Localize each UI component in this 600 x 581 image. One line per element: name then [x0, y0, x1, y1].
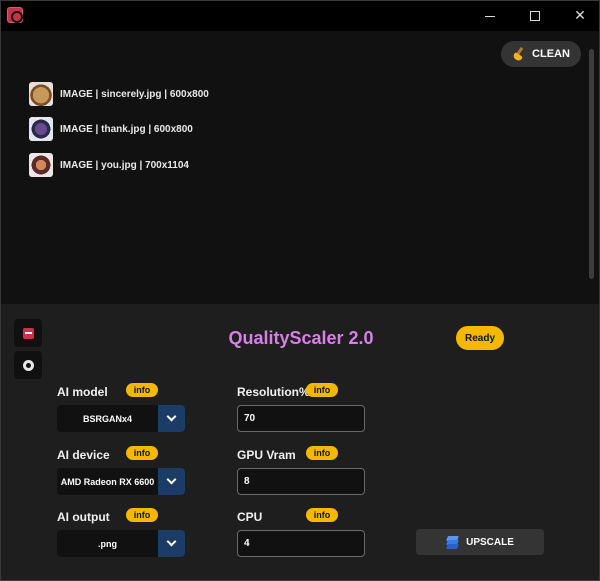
maximize-button[interactable]	[512, 1, 558, 31]
app-title: QualityScaler 2.0	[228, 328, 374, 348]
ai-model-info-button[interactable]: info	[126, 383, 158, 397]
gpu-vram-info-button[interactable]: info	[306, 446, 338, 460]
cpu-label: CPU	[237, 510, 263, 524]
ai-model-value: BSRGANx4	[82, 413, 132, 424]
cpu-info-button[interactable]: info	[306, 508, 338, 522]
chevron-down-icon	[166, 474, 177, 485]
app-link-button[interactable]	[14, 319, 42, 347]
ai-device-label: AI device	[57, 448, 110, 462]
image-thumbnail	[29, 117, 53, 141]
resolution-info-button[interactable]: info	[306, 383, 338, 397]
ai-device-dropdown[interactable]: AMD Radeon RX 6600	[57, 468, 185, 495]
app-icon	[7, 7, 23, 23]
ai-device-dropdown-arrow[interactable]	[158, 468, 185, 495]
clean-label: CLEAN	[532, 48, 570, 60]
image-thumbnail	[29, 153, 53, 177]
gpu-vram-label: GPU Vram	[237, 448, 296, 462]
app-logo-icon	[22, 327, 34, 339]
file-item[interactable]: IMAGE | sincerely.jpg | 600x800	[29, 82, 209, 106]
image-thumbnail	[29, 82, 53, 106]
file-item[interactable]: IMAGE | you.jpg | 700x1104	[29, 153, 189, 177]
resolution-label: Resolution%	[237, 385, 310, 399]
upscale-label: UPSCALE	[466, 536, 514, 548]
file-label: IMAGE | thank.jpg | 600x800	[60, 123, 193, 135]
minimize-button[interactable]	[467, 1, 513, 31]
cpu-input[interactable]: 4	[237, 530, 365, 557]
close-button[interactable]: ✕	[557, 1, 599, 31]
ai-model-dropdown-arrow[interactable]	[158, 405, 185, 432]
clean-button[interactable]: CLEAN	[501, 41, 581, 67]
upscale-button[interactable]: UPSCALE	[416, 529, 544, 555]
ai-output-value: .png	[98, 538, 117, 549]
title-bar[interactable]: ✕	[1, 1, 599, 31]
ai-device-info-button[interactable]: info	[126, 446, 158, 460]
ai-output-info-button[interactable]: info	[126, 508, 158, 522]
maximize-icon	[530, 11, 540, 21]
ai-device-value: AMD Radeon RX 6600	[60, 476, 155, 487]
scrollbar[interactable]	[589, 49, 594, 279]
broom-icon	[512, 47, 526, 61]
ai-output-label: AI output	[57, 510, 110, 524]
app-window: ✕ CLEAN IMAGE | sincerely.jpg | 600x800 …	[0, 0, 600, 581]
ai-model-dropdown[interactable]: BSRGANx4	[57, 405, 185, 432]
file-label: IMAGE | you.jpg | 700x1104	[60, 159, 189, 171]
github-icon	[22, 359, 34, 371]
file-list-area: CLEAN IMAGE | sincerely.jpg | 600x800 IM…	[1, 31, 599, 304]
chevron-down-icon	[166, 411, 177, 422]
file-item[interactable]: IMAGE | thank.jpg | 600x800	[29, 117, 193, 141]
status-badge: Ready	[456, 326, 504, 350]
ai-output-dropdown-arrow[interactable]	[158, 530, 185, 557]
ai-model-label: AI model	[57, 385, 108, 399]
ai-output-dropdown[interactable]: .png	[57, 530, 185, 557]
layers-icon	[446, 535, 460, 549]
settings-panel: QualityScaler 2.0 Ready AI model info BS…	[1, 304, 599, 580]
close-icon: ✕	[574, 8, 586, 24]
file-label: IMAGE | sincerely.jpg | 600x800	[60, 88, 209, 100]
chevron-down-icon	[166, 536, 177, 547]
resolution-input[interactable]: 70	[237, 405, 365, 432]
gpu-vram-input[interactable]: 8	[237, 468, 365, 495]
github-button[interactable]	[14, 351, 42, 379]
minimize-icon	[485, 15, 495, 17]
